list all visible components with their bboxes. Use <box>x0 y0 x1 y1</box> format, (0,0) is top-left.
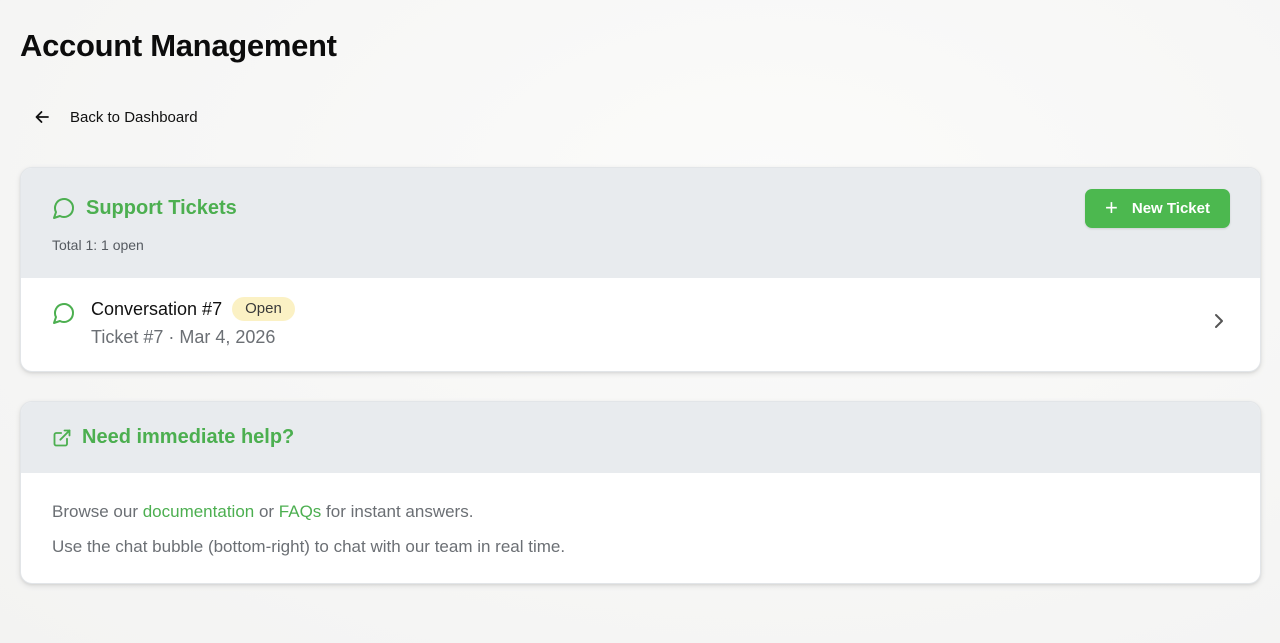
ticket-row[interactable]: Conversation #7 Open Ticket #7 · Mar 4, … <box>21 278 1260 371</box>
immediate-help-title: Need immediate help? <box>52 426 294 449</box>
faqs-link[interactable]: FAQs <box>279 502 322 521</box>
help-text-prefix: Browse our <box>52 502 143 521</box>
ticket-summary: Total 1: 1 open <box>52 237 144 253</box>
help-body: Browse our documentation or FAQs for ins… <box>52 494 565 564</box>
immediate-help-title-text: Need immediate help? <box>82 426 295 448</box>
back-link-label: Back to Dashboard <box>70 108 198 126</box>
plus-icon: + <box>1105 194 1118 220</box>
help-line-chat: Use the chat bubble (bottom-right) to ch… <box>52 537 566 556</box>
ticket-title: Conversation #7 <box>91 298 223 319</box>
page-title: Account Management <box>20 28 337 63</box>
external-link-icon <box>52 428 72 448</box>
support-tickets-header: Support Tickets Total 1: 1 open + New Ti… <box>21 168 1260 278</box>
status-badge: Open <box>232 297 295 321</box>
documentation-link[interactable]: documentation <box>143 502 255 521</box>
support-tickets-title-text: Support Tickets <box>86 196 237 219</box>
support-tickets-title: Support Tickets <box>52 196 237 220</box>
immediate-help-card: Need immediate help? Browse our document… <box>20 401 1261 584</box>
new-ticket-button[interactable]: + New Ticket <box>1085 189 1230 228</box>
help-text-suffix: for instant answers. <box>321 502 474 521</box>
new-ticket-label: New Ticket <box>1131 200 1210 217</box>
arrow-left-icon <box>34 109 50 125</box>
help-line-browse: Browse our documentation or FAQs for ins… <box>52 494 565 529</box>
immediate-help-header: Need immediate help? <box>21 402 1260 473</box>
chat-bubble-icon <box>52 196 76 220</box>
chat-bubble-icon <box>52 301 76 330</box>
back-to-dashboard-link[interactable]: Back to Dashboard <box>34 104 198 130</box>
chevron-right-icon[interactable] <box>1212 312 1226 335</box>
support-tickets-card: Support Tickets Total 1: 1 open + New Ti… <box>20 167 1261 372</box>
ticket-meta: Ticket #7 · Mar 4, 2026 <box>91 327 276 347</box>
page: Account Management Back to Dashboard Sup… <box>0 0 1280 643</box>
ticket-title-line: Conversation #7 Open <box>91 297 295 321</box>
help-text-middle: or <box>254 502 279 521</box>
